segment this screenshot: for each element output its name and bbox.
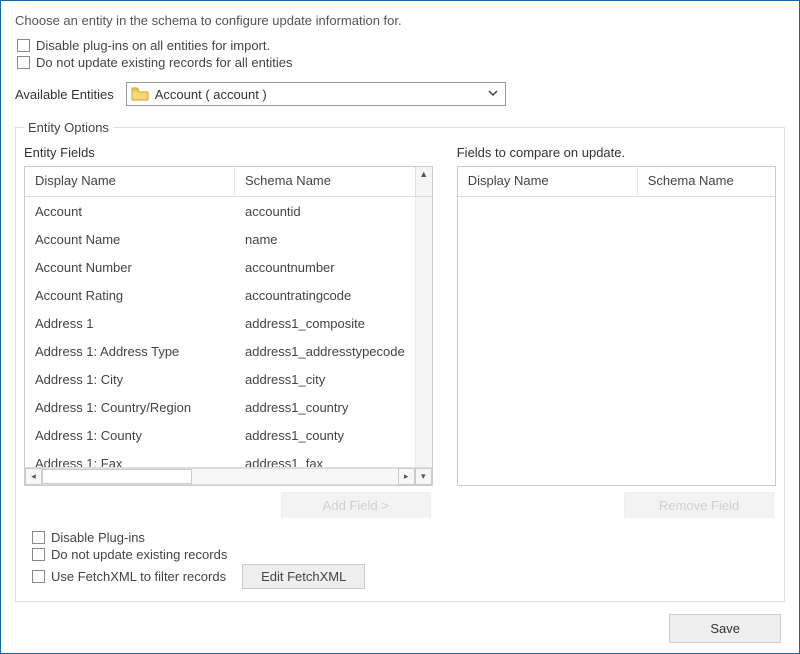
table-row[interactable]: Accountaccountid: [25, 197, 415, 225]
cell-schema-name: address1_composite: [235, 316, 415, 331]
add-field-button: Add Field >: [281, 492, 431, 518]
table-row[interactable]: Address 1: Countyaddress1_county: [25, 421, 415, 449]
cell-schema-name: address1_city: [235, 372, 415, 387]
table-row[interactable]: Address 1address1_composite: [25, 309, 415, 337]
cell-schema-name: accountnumber: [235, 260, 415, 275]
col-schema-name-right[interactable]: Schema Name: [638, 167, 775, 196]
table-row[interactable]: Address 1: Country/Regionaddress1_countr…: [25, 393, 415, 421]
cell-schema-name: address1_county: [235, 428, 415, 443]
table-row[interactable]: Address 1: Faxaddress1_fax: [25, 449, 415, 467]
hscroll-track[interactable]: [42, 468, 398, 485]
cell-display-name: Address 1: Country/Region: [25, 400, 235, 415]
no-update-all-checkbox[interactable]: [17, 56, 30, 69]
hscroll-thumb[interactable]: [42, 469, 192, 484]
cell-display-name: Address 1: Fax: [25, 456, 235, 468]
disable-plugins-all-label[interactable]: Disable plug-ins on all entities for imp…: [36, 38, 270, 53]
cell-display-name: Account Name: [25, 232, 235, 247]
col-schema-name[interactable]: Schema Name: [235, 167, 432, 196]
table-row[interactable]: Account Numberaccountnumber: [25, 253, 415, 281]
hscroll-left-icon[interactable]: ◂: [25, 468, 42, 485]
no-update-checkbox[interactable]: [32, 548, 45, 561]
entity-select[interactable]: Account ( account ): [126, 82, 506, 106]
cell-display-name: Address 1: County: [25, 428, 235, 443]
table-row[interactable]: Account Namename: [25, 225, 415, 253]
disable-plugins-checkbox[interactable]: [32, 531, 45, 544]
compare-fields-table: Display Name Schema Name: [457, 166, 776, 486]
instruction-text: Choose an entity in the schema to config…: [15, 13, 785, 28]
use-fetchxml-checkbox[interactable]: [32, 570, 45, 583]
hscroll-right-icon[interactable]: ▸: [398, 468, 415, 485]
use-fetchxml-label[interactable]: Use FetchXML to filter records: [51, 569, 226, 584]
chevron-down-icon: [487, 87, 499, 102]
cell-schema-name: name: [235, 232, 415, 247]
disable-plugins-label[interactable]: Disable Plug-ins: [51, 530, 145, 545]
cell-schema-name: address1_country: [235, 400, 415, 415]
edit-fetchxml-button[interactable]: Edit FetchXML: [242, 564, 365, 589]
col-display-name[interactable]: Display Name: [25, 167, 235, 196]
entity-fields-title: Entity Fields: [24, 145, 433, 160]
no-update-all-label[interactable]: Do not update existing records for all e…: [36, 55, 293, 70]
cell-display-name: Address 1: [25, 316, 235, 331]
entity-select-value: Account ( account ): [155, 87, 267, 102]
cell-schema-name: address1_fax: [235, 456, 415, 468]
disable-plugins-all-checkbox[interactable]: [17, 39, 30, 52]
cell-display-name: Account Number: [25, 260, 235, 275]
cell-schema-name: accountratingcode: [235, 288, 415, 303]
entity-fields-table: Display Name Schema Name ▲ Accountaccoun…: [24, 166, 433, 486]
cell-display-name: Account Rating: [25, 288, 235, 303]
compare-fields-body: [458, 197, 775, 485]
table-row[interactable]: Address 1: Address Typeaddress1_addresst…: [25, 337, 415, 365]
compare-fields-title: Fields to compare on update.: [457, 145, 776, 160]
scroll-track-head[interactable]: [416, 181, 432, 196]
scroll-up-icon[interactable]: ▲: [416, 167, 432, 181]
cell-display-name: Address 1: Address Type: [25, 344, 235, 359]
no-update-label[interactable]: Do not update existing records: [51, 547, 227, 562]
available-entities-label: Available Entities: [15, 87, 114, 102]
corner-dropdown-icon[interactable]: ▾: [415, 468, 432, 485]
table-row[interactable]: Account Ratingaccountratingcode: [25, 281, 415, 309]
cell-display-name: Address 1: City: [25, 372, 235, 387]
cell-display-name: Account: [25, 204, 235, 219]
entity-options-group: Entity Options Entity Fields Display Nam…: [15, 120, 785, 602]
save-button[interactable]: Save: [669, 614, 781, 643]
remove-field-button: Remove Field: [624, 492, 774, 518]
cell-schema-name: address1_addresstypecode: [235, 344, 415, 359]
vertical-scrollbar[interactable]: [415, 197, 432, 467]
table-row[interactable]: Address 1: Cityaddress1_city: [25, 365, 415, 393]
col-display-name-right[interactable]: Display Name: [458, 167, 638, 196]
entity-options-legend: Entity Options: [24, 120, 113, 135]
cell-schema-name: accountid: [235, 204, 415, 219]
folder-icon: [131, 86, 149, 102]
